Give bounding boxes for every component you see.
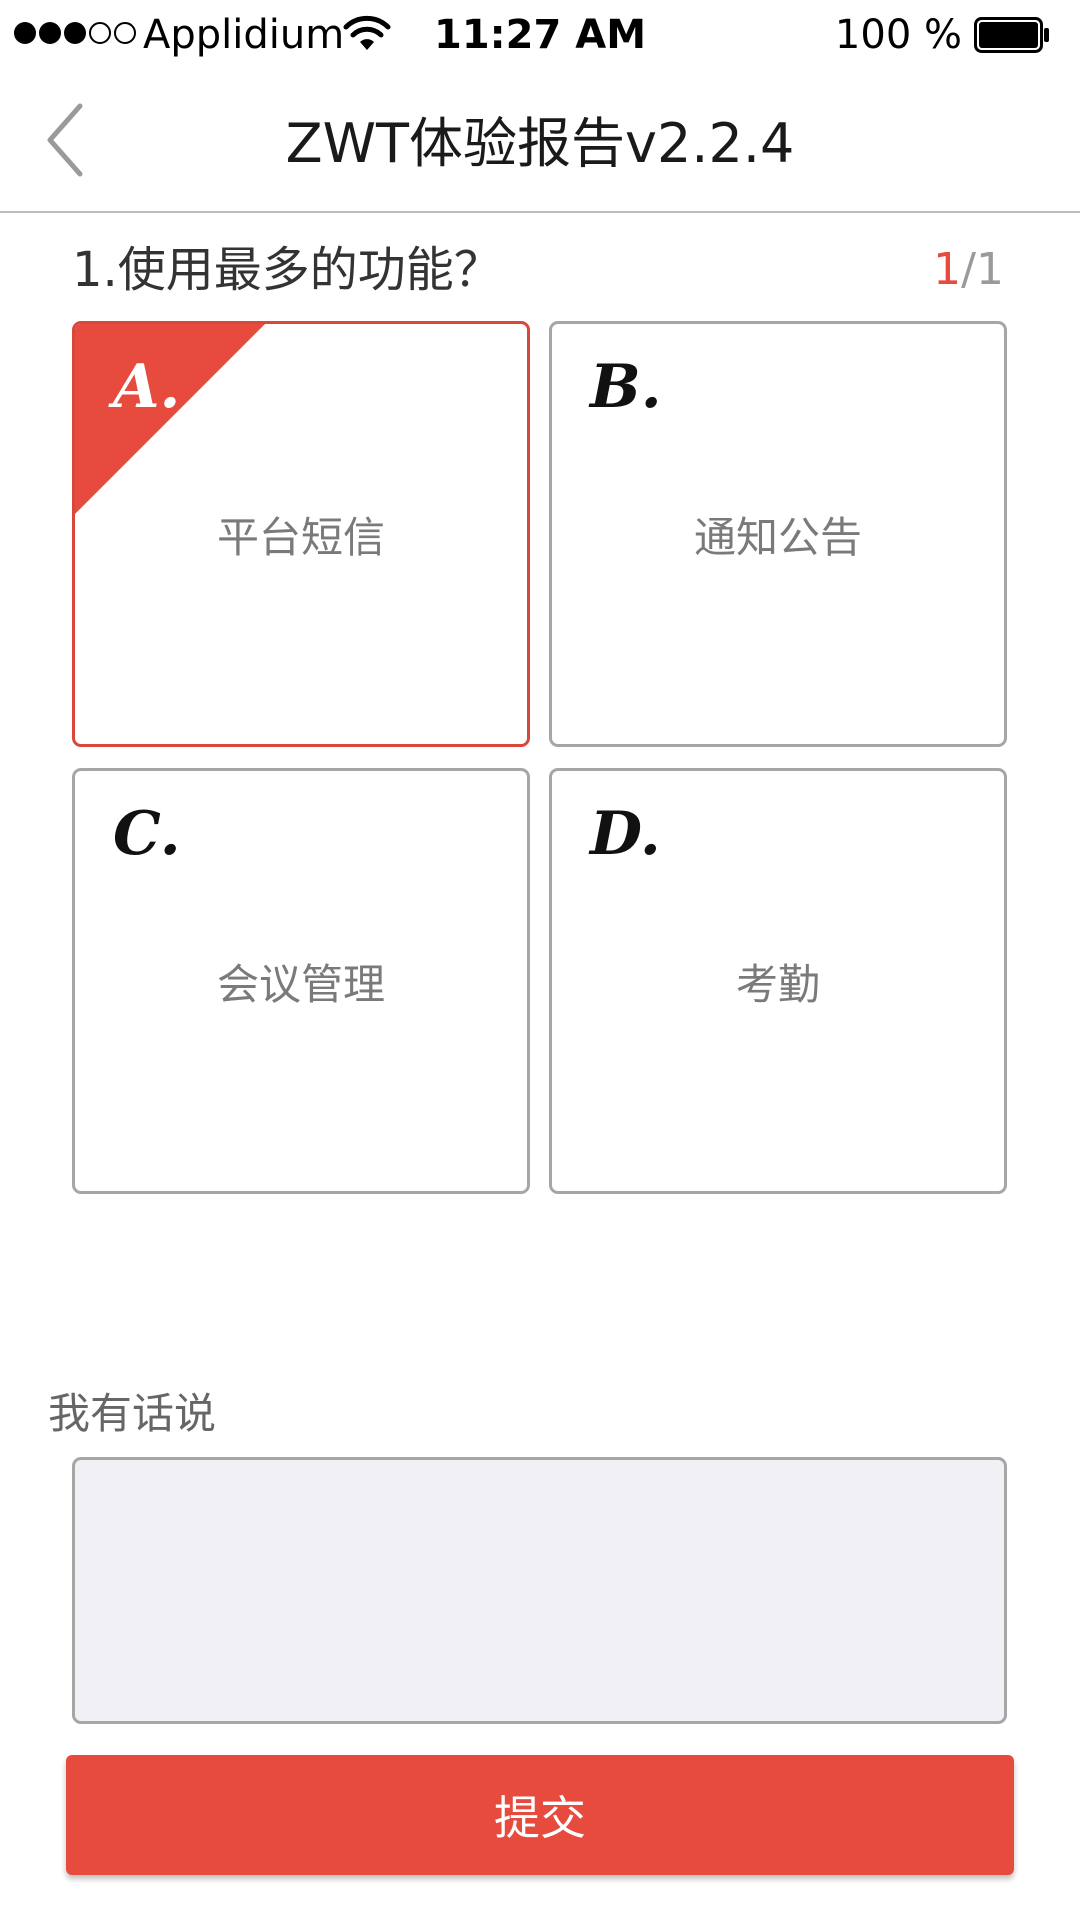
- back-button[interactable]: [40, 100, 110, 180]
- survey-screen: Applidium 11:27 AM 100 % ZWT体验报告v2.2.4 1…: [0, 0, 1080, 1920]
- comment-textarea[interactable]: [72, 1457, 1007, 1724]
- comment-label: 我有话说: [48, 1389, 217, 1438]
- option-b-card[interactable]: B. 通知公告: [549, 321, 1007, 747]
- option-label: 通知公告: [693, 512, 862, 562]
- chevron-left-icon: [47, 103, 83, 177]
- option-label: 平台短信: [216, 512, 385, 562]
- nav-bar: ZWT体验报告v2.2.4: [0, 70, 1080, 213]
- option-a-card[interactable]: A. 平台短信: [72, 321, 530, 747]
- progress-total: /1: [961, 244, 1004, 295]
- option-c-card[interactable]: C. 会议管理: [72, 768, 530, 1194]
- submit-button[interactable]: 提交: [66, 1755, 1014, 1875]
- question-progress: 1/1: [933, 235, 1004, 305]
- battery-icon: [974, 17, 1049, 53]
- option-label: 会议管理: [216, 959, 385, 1009]
- option-d-card[interactable]: D. 考勤: [549, 768, 1007, 1194]
- status-bar: Applidium 11:27 AM 100 %: [0, 0, 1080, 70]
- progress-current: 1: [933, 244, 962, 295]
- page-title: ZWT体验报告v2.2.4: [285, 112, 795, 175]
- option-label: 考勤: [735, 959, 820, 1009]
- battery-percent: 100 %: [834, 12, 962, 58]
- question-text: 1.使用最多的功能？: [72, 242, 502, 298]
